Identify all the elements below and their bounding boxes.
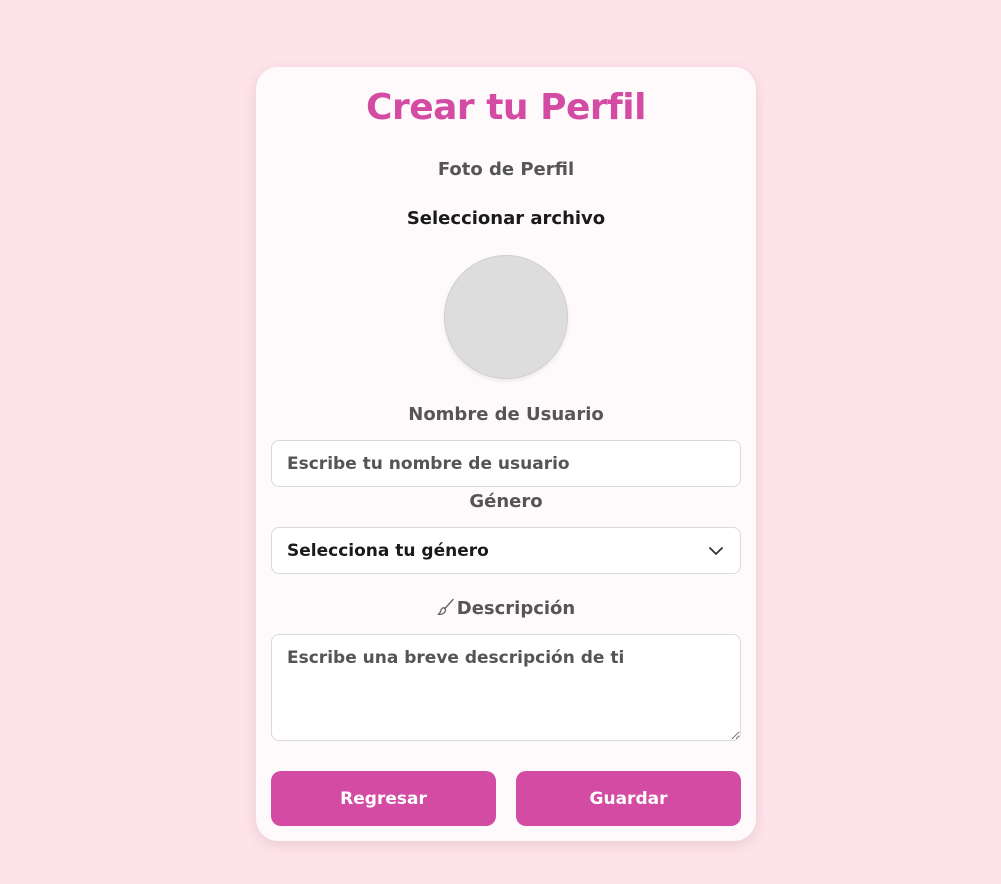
chevron-down-icon [709, 547, 723, 555]
description-textarea[interactable] [271, 634, 741, 741]
username-input[interactable] [271, 440, 741, 487]
save-button[interactable]: Guardar [516, 771, 741, 826]
page-title: Crear tu Perfil [366, 87, 646, 128]
username-label: Nombre de Usuario [408, 404, 604, 425]
avatar-preview [444, 255, 568, 379]
gender-label: Género [469, 491, 543, 512]
photo-label: Foto de Perfil [437, 159, 575, 180]
gender-select[interactable]: Selecciona tu género [271, 527, 741, 574]
description-label: Descripción [456, 598, 576, 619]
back-button[interactable]: Regresar [271, 771, 496, 826]
description-label-row: Descripción [256, 598, 756, 619]
gender-select-value: Selecciona tu género [287, 541, 489, 561]
profile-card: Crear tu Perfil Foto de Perfil Seleccion… [256, 67, 756, 841]
paintbrush-icon [437, 598, 454, 616]
select-file-button[interactable]: Seleccionar archivo [256, 208, 756, 229]
